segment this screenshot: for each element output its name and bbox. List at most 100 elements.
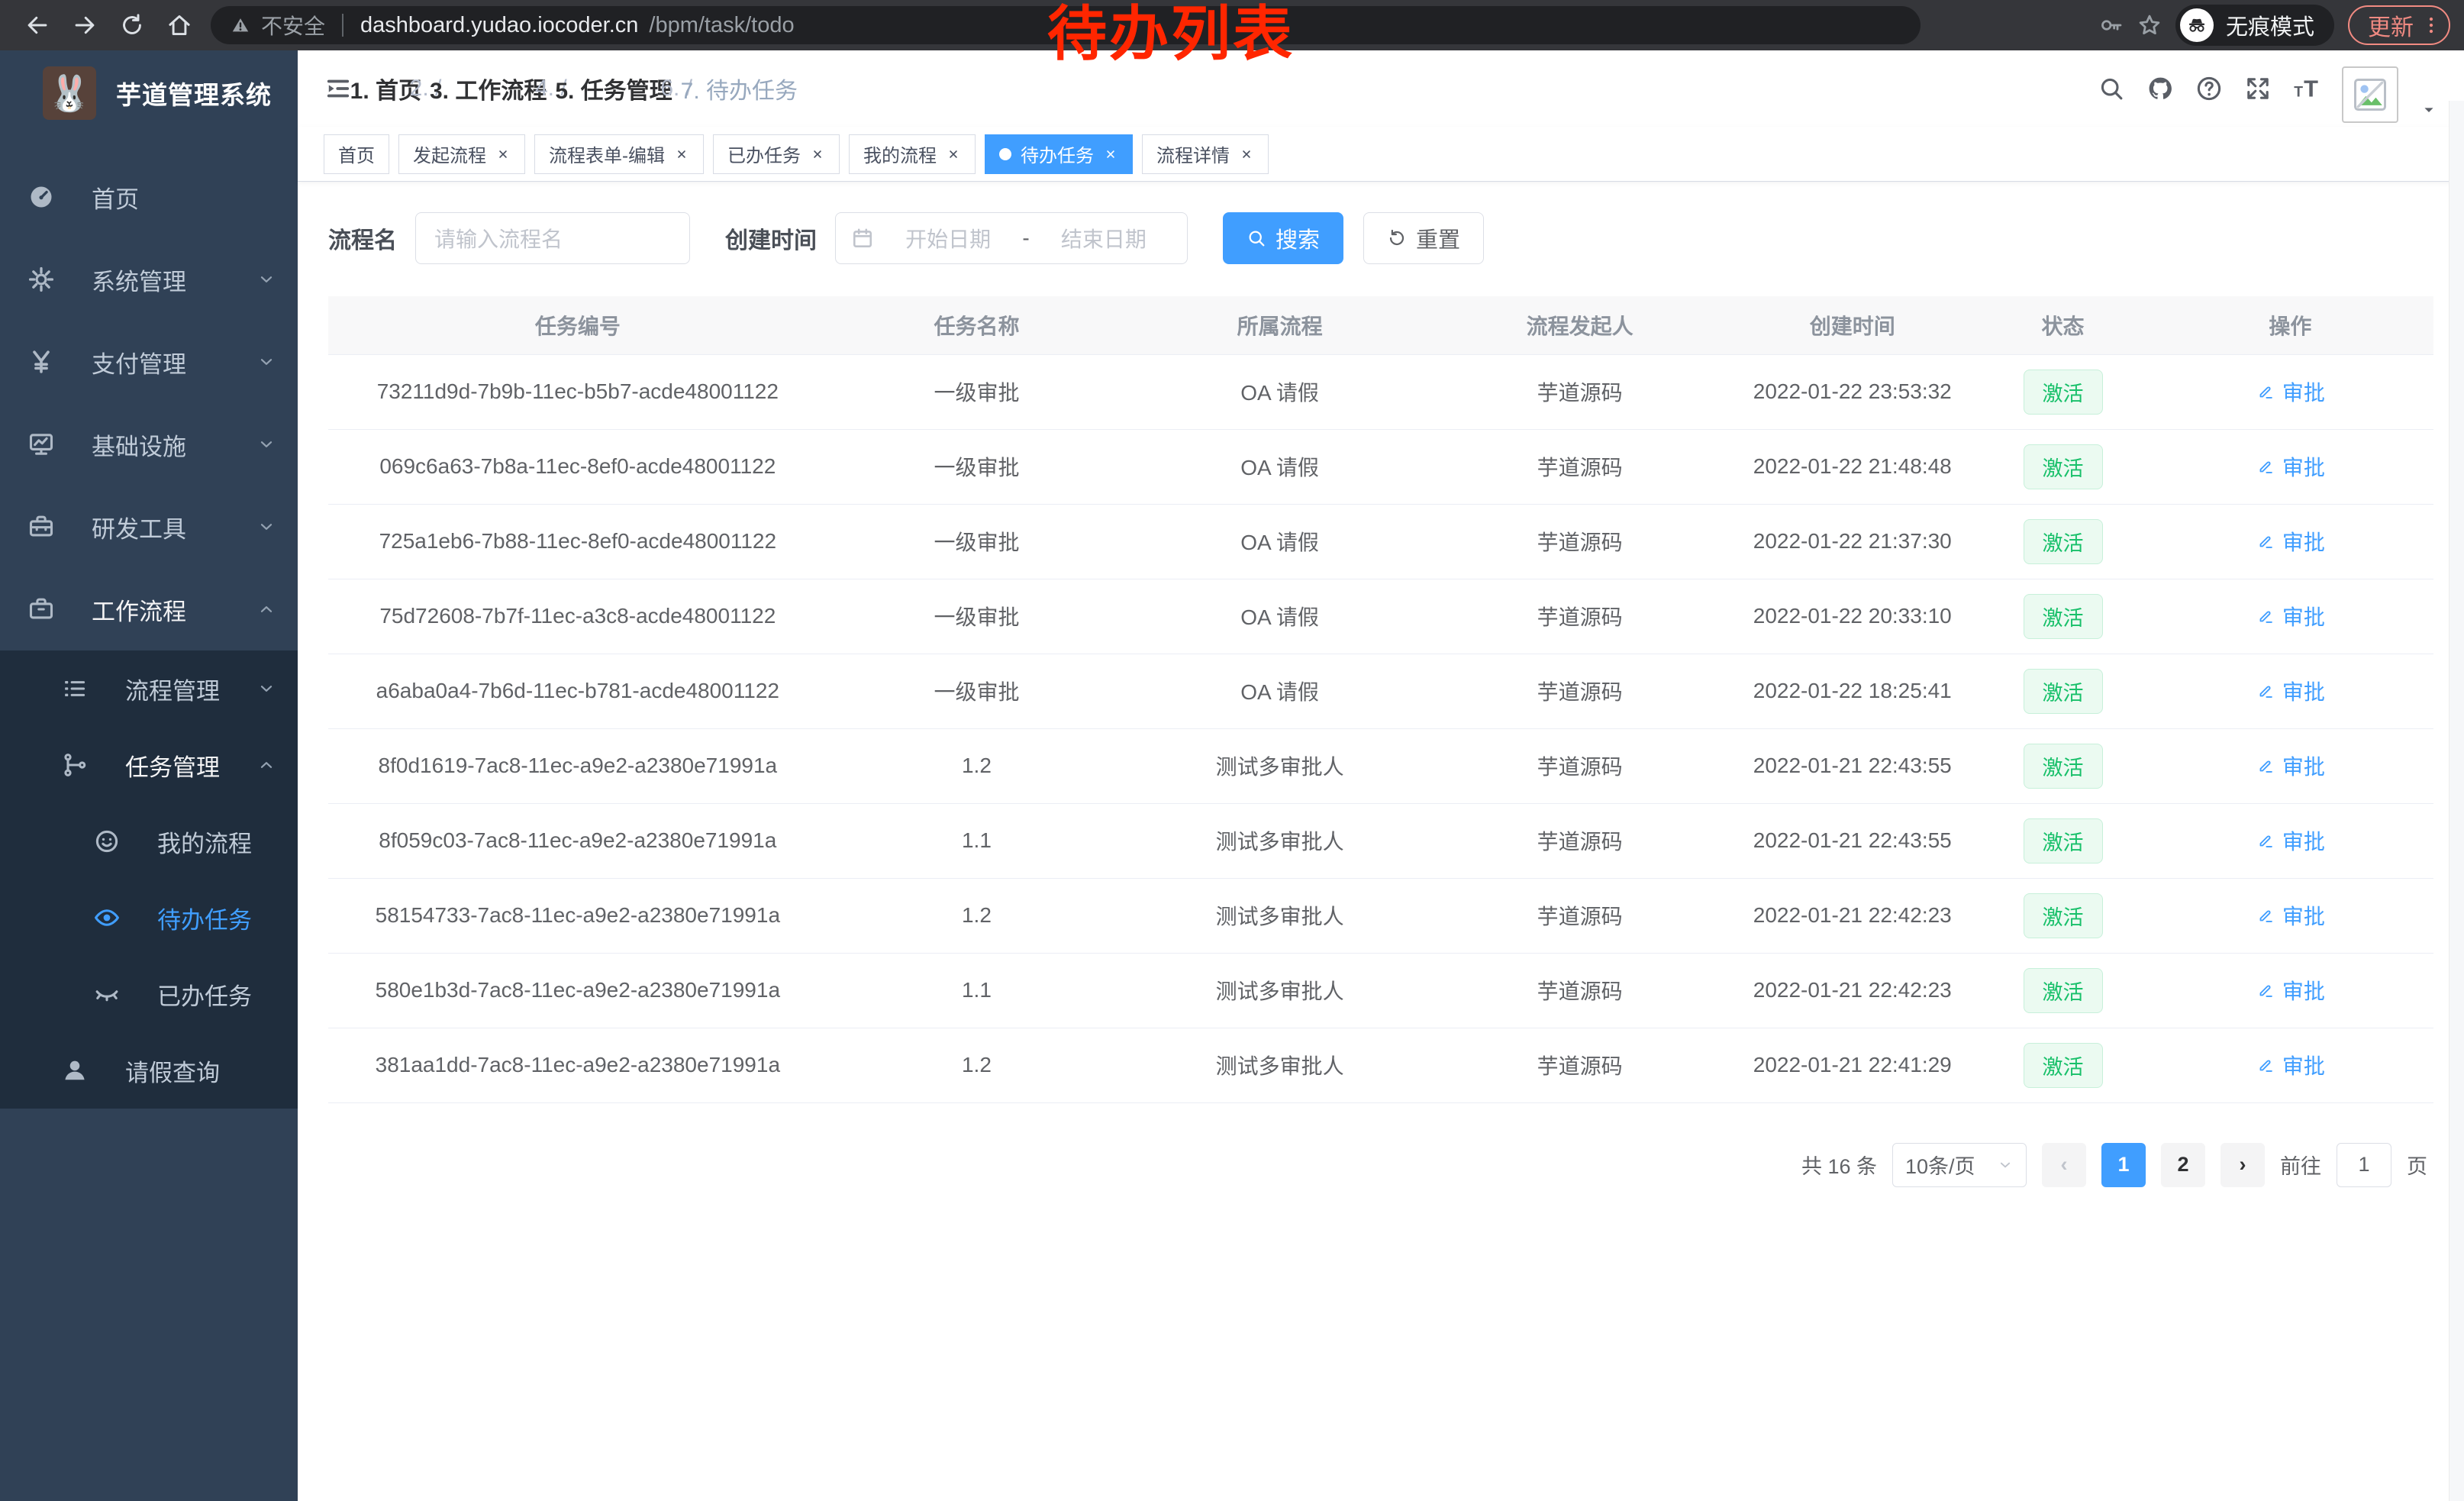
cell-created: 2022-01-22 20:33:10	[1726, 579, 1979, 654]
browser-back-icon[interactable]	[14, 4, 61, 47]
approve-button[interactable]: 审批	[2256, 900, 2325, 931]
scrollbar[interactable]	[2449, 101, 2464, 1501]
sidebar-logo-row[interactable]: 🐰 芋道管理系统	[0, 50, 298, 136]
content: 流程名 请输入流程名 创建时间 开始日期 - 结束日期 搜索 重置	[298, 182, 2464, 1501]
sidebar-item-dashboard[interactable]: 首页	[0, 156, 298, 238]
tab-4[interactable]: 我的流程	[849, 134, 976, 174]
total-count: 共 16 条	[1801, 1150, 1877, 1180]
user-caret-down-icon[interactable]	[2420, 101, 2438, 119]
next-page-button[interactable]: ›	[2221, 1143, 2265, 1187]
avatar[interactable]	[2342, 66, 2398, 123]
edit-icon	[2256, 1055, 2275, 1075]
column-header: 任务编号	[328, 296, 827, 354]
sidebar-item-gear[interactable]: 系统管理	[0, 238, 298, 321]
start-date-placeholder: 开始日期	[880, 223, 1016, 253]
bookmark-star-icon[interactable]	[2137, 13, 2162, 37]
tab-active-5[interactable]: 待办任务	[985, 134, 1133, 174]
font-size-icon[interactable]: TT	[2293, 75, 2320, 102]
github-icon[interactable]	[2146, 75, 2174, 102]
status-badge: 激活	[2024, 744, 2103, 789]
sidebar-item-yen[interactable]: 支付管理	[0, 321, 298, 403]
column-header: 任务名称	[827, 296, 1127, 354]
create-time-range-input[interactable]: 开始日期 - 结束日期	[835, 212, 1188, 264]
tab-1[interactable]: 发起流程	[398, 134, 525, 174]
approve-button[interactable]: 审批	[2256, 526, 2325, 557]
search-icon[interactable]	[2098, 75, 2125, 102]
process-name-input[interactable]: 请输入流程名	[415, 212, 690, 264]
address-bar[interactable]: 不安全 dashboard.yudao.iocoder.cn/bpm/task/…	[211, 6, 1921, 44]
approve-button[interactable]: 审批	[2256, 825, 2325, 856]
sidebar-item-process-management[interactable]: 流程管理	[0, 650, 298, 727]
create-time-label: 创建时间	[725, 221, 817, 255]
todo-task-icon	[93, 904, 127, 931]
goto-page-input[interactable]: 1	[2337, 1143, 2391, 1187]
approve-button[interactable]: 审批	[2256, 376, 2325, 407]
incognito-badge: 无痕模式	[2175, 5, 2334, 46]
tab-2[interactable]: 流程表单-编辑	[534, 134, 704, 174]
browser-home-icon[interactable]	[156, 4, 203, 47]
cell-id: 8f0d1619-7ac8-11ec-a9e2-a2380e71991a	[328, 728, 827, 803]
url-path: /bpm/task/todo	[649, 13, 794, 38]
page-button-2[interactable]: 2	[2161, 1143, 2205, 1187]
status-badge: 激活	[2024, 893, 2103, 938]
cell-action: 审批	[2147, 878, 2433, 953]
cell-status: 激活	[1979, 878, 2147, 953]
approve-label: 审批	[2282, 750, 2325, 781]
update-label: 更新	[2368, 8, 2414, 42]
cell-initiator: 芋道源码	[1434, 1028, 1726, 1102]
approve-label: 审批	[2282, 1050, 2325, 1080]
tab-3[interactable]: 已办任务	[713, 134, 840, 174]
sidebar-item-todo-task[interactable]: 待办任务	[0, 880, 298, 956]
sidebar-item-my-process[interactable]: 我的流程	[0, 803, 298, 880]
table-row: 8f059c03-7ac8-11ec-a9e2-a2380e71991a1.1测…	[328, 803, 2433, 878]
table-row: 725a1eb6-7b88-11ec-8ef0-acde48001122一级审批…	[328, 504, 2433, 579]
tab-0[interactable]: 首页	[324, 134, 389, 174]
not-secure-warning-icon	[231, 15, 250, 35]
cell-name: 一级审批	[827, 429, 1127, 504]
reset-button[interactable]: 重置	[1363, 212, 1484, 264]
cell-action: 审批	[2147, 1028, 2433, 1102]
tab-6[interactable]: 流程详情	[1142, 134, 1269, 174]
approve-button[interactable]: 审批	[2256, 601, 2325, 631]
approve-button[interactable]: 审批	[2256, 1050, 2325, 1080]
breadcrumb-item[interactable]: 任务管理	[581, 72, 672, 105]
browser-forward-icon[interactable]	[61, 4, 108, 47]
approve-button[interactable]: 审批	[2256, 451, 2325, 482]
cell-id: 8f059c03-7ac8-11ec-a9e2-a2380e71991a	[328, 803, 827, 878]
browser-menu-dots-icon[interactable]	[2420, 14, 2443, 37]
sidebar-item-infrastructure[interactable]: 基础设施	[0, 403, 298, 486]
cell-status: 激活	[1979, 654, 2147, 728]
help-icon[interactable]	[2195, 75, 2223, 102]
sidebar-item-leave-query[interactable]: 请假查询	[0, 1032, 298, 1109]
cell-created: 2022-01-22 21:48:48	[1726, 429, 1979, 504]
approve-button[interactable]: 审批	[2256, 750, 2325, 781]
fullscreen-icon[interactable]	[2244, 75, 2272, 102]
sidebar-item-task-management[interactable]: 任务管理	[0, 727, 298, 803]
breadcrumb-item[interactable]: 工作流程	[455, 72, 547, 105]
column-header: 所属流程	[1126, 296, 1434, 354]
cell-id: 75d72608-7b7f-11ec-a3c8-acde48001122	[328, 579, 827, 654]
edit-icon	[2256, 457, 2275, 476]
sidebar-item-done-task[interactable]: 已办任务	[0, 956, 298, 1032]
table-row: 580e1b3d-7ac8-11ec-a9e2-a2380e71991a1.1测…	[328, 953, 2433, 1028]
search-button[interactable]: 搜索	[1223, 212, 1343, 264]
sidebar-collapse-icon[interactable]	[324, 74, 353, 103]
browser-reload-icon[interactable]	[108, 4, 156, 47]
cell-name: 一级审批	[827, 579, 1127, 654]
cell-name: 一级审批	[827, 354, 1127, 429]
page-button-1[interactable]: 1	[2101, 1143, 2146, 1187]
dashboard-icon	[27, 183, 61, 211]
cell-action: 审批	[2147, 803, 2433, 878]
prev-page-button[interactable]: ‹	[2042, 1143, 2086, 1187]
sidebar-item-devtools[interactable]: 研发工具	[0, 486, 298, 568]
table-row: 381aa1dd-7ac8-11ec-a9e2-a2380e71991a1.2测…	[328, 1028, 2433, 1102]
cell-name: 一级审批	[827, 504, 1127, 579]
password-key-icon[interactable]	[2099, 13, 2124, 37]
status-badge: 激活	[2024, 519, 2103, 564]
approve-button[interactable]: 审批	[2256, 676, 2325, 706]
approve-button[interactable]: 审批	[2256, 975, 2325, 1006]
page-size-select[interactable]: 10条/页	[1892, 1143, 2027, 1187]
browser-update-button[interactable]: 更新	[2348, 5, 2450, 45]
sidebar-item-workflow[interactable]: 工作流程	[0, 568, 298, 650]
column-header: 流程发起人	[1434, 296, 1726, 354]
